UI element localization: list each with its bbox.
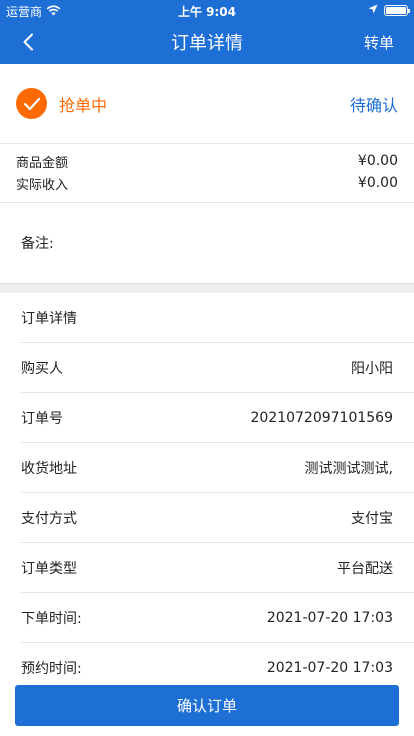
chevron-left-icon <box>23 33 33 51</box>
details-header-label: 订单详情 <box>21 310 77 327</box>
detail-value: 2021-07-20 17:03 <box>266 660 393 676</box>
remark-row: 备注: <box>0 203 414 283</box>
detail-value: 测试测试测试, <box>304 460 393 477</box>
detail-label: 订单类型 <box>21 560 77 577</box>
amount-label: 商品金额 <box>16 155 69 171</box>
battery-icon <box>384 4 410 16</box>
detail-label: 订单号 <box>21 410 63 427</box>
header-area: 运营商 上午 9:04 订单详情 转单 <box>0 0 414 64</box>
transfer-order-button[interactable]: 转单 <box>364 32 394 53</box>
detail-label: 支付方式 <box>21 510 77 527</box>
back-button[interactable] <box>12 26 44 58</box>
detail-row-order-type: 订单类型 平台配送 <box>21 543 414 593</box>
detail-label: 购买人 <box>21 360 63 377</box>
grab-status-label: 抢单中 <box>59 95 108 115</box>
detail-value: 2021072097101569 <box>250 409 393 426</box>
amount-label: 实际收入 <box>16 177 69 193</box>
location-icon <box>368 3 378 17</box>
detail-row-address: 收货地址 测试测试测试, <box>21 443 414 493</box>
status-time: 上午 9:04 <box>177 5 237 19</box>
battery-fill <box>386 6 406 14</box>
detail-row-payment: 支付方式 支付宝 <box>21 493 414 543</box>
amount-value: ¥0.00 <box>357 153 398 169</box>
detail-row-buyer: 购买人 阳小阳 <box>21 343 414 393</box>
amount-row: 商品金额 ¥0.00 <box>16 150 398 172</box>
order-status-row: 抢单中 待确认 <box>0 64 414 144</box>
remark-label: 备注: <box>21 236 54 252</box>
amount-value: ¥0.00 <box>357 175 398 191</box>
amounts-section: 商品金额 ¥0.00 实际收入 ¥0.00 <box>0 144 414 203</box>
check-icon <box>16 88 47 119</box>
detail-label: 收货地址 <box>21 460 77 477</box>
pending-status-label: 待确认 <box>349 95 398 115</box>
confirm-order-button[interactable]: 确认订单 <box>15 685 399 726</box>
detail-label: 预约时间: <box>21 661 82 677</box>
nav-bar: 订单详情 转单 <box>0 20 414 64</box>
order-details-section: 订单详情 购买人 阳小阳 订单号 2021072097101569 收货地址 测… <box>0 293 414 693</box>
detail-value: 平台配送 <box>337 560 393 577</box>
detail-row-order-number: 订单号 2021072097101569 <box>21 393 414 443</box>
details-header: 订单详情 <box>21 293 414 343</box>
amount-row: 实际收入 ¥0.00 <box>16 172 398 194</box>
detail-value: 支付宝 <box>351 510 393 527</box>
section-divider <box>0 283 414 293</box>
status-right <box>368 3 410 17</box>
detail-value: 2021-07-20 17:03 <box>266 609 393 626</box>
page-title: 订单详情 <box>171 33 243 54</box>
detail-value: 阳小阳 <box>351 360 393 377</box>
status-bar: 运营商 上午 9:04 <box>0 0 414 20</box>
detail-label: 下单时间: <box>21 610 82 627</box>
detail-row-order-time: 下单时间: 2021-07-20 17:03 <box>21 593 414 643</box>
